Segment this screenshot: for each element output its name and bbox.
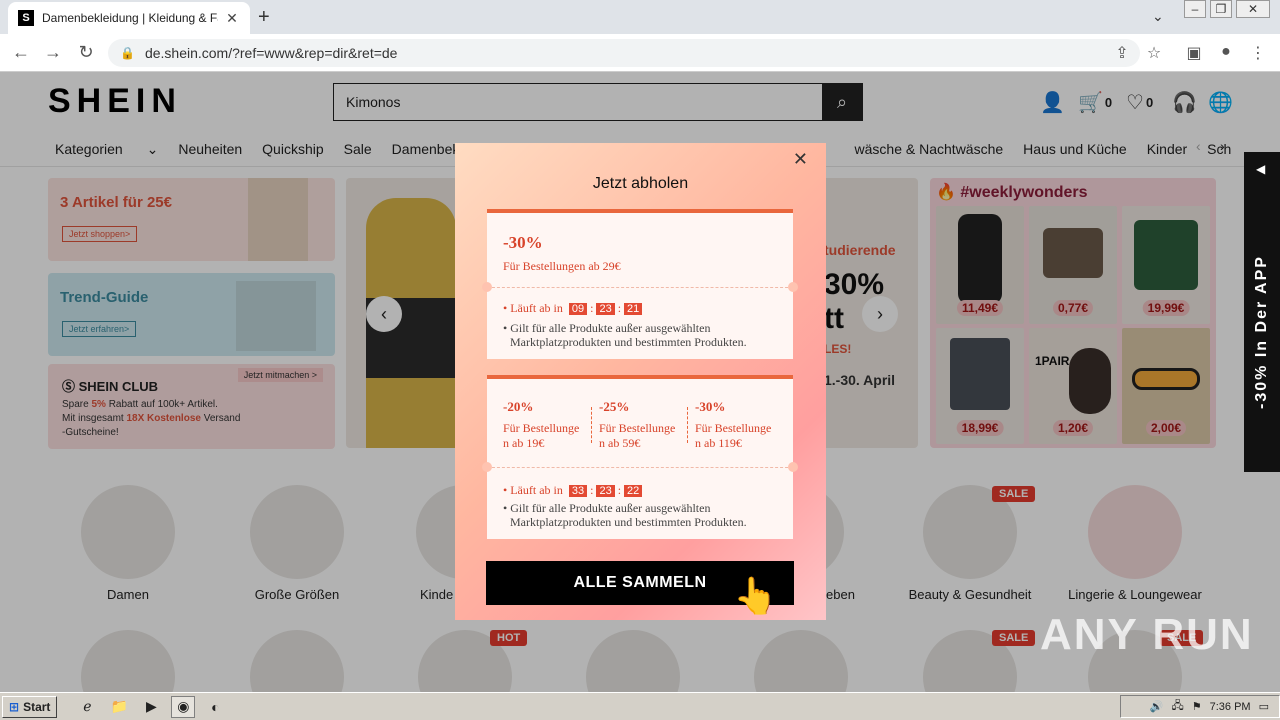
windows-taskbar: ⊞ Start ℯ 📁 ▶ ◉ ◐ 🔊 🖧 ⚑ 7:36 PM ▭ [0,692,1280,720]
lock-icon: 🔒 [120,46,135,60]
tier-1-condition: Für Bestellunge n ab 19€ [503,421,580,450]
anyrun-watermark: ANY RUN [1040,610,1254,659]
reload-icon[interactable]: ↻ [75,42,97,63]
browser-tab[interactable]: S Damenbekleidung | Kleidung & Fashion ✕ [8,2,250,34]
volume-icon[interactable]: 🔊 [1150,700,1164,713]
coupon-perforation [487,467,793,468]
shein-favicon-icon: S [18,10,34,26]
modal-title: Jetzt abholen [592,175,689,192]
clock[interactable]: 7:36 PM [1210,701,1251,713]
start-button[interactable]: ⊞ Start [2,695,58,718]
browser-chrome: S Damenbekleidung | Kleidung & Fashion ✕… [0,0,1280,72]
minimize-icon[interactable]: – [1184,0,1206,18]
chrome-icon[interactable]: ◉ [171,695,196,718]
coupon-description: • Gilt für alle Produkte außer ausgewähl… [503,501,747,529]
coupon-modal: ✕ Jetzt abholen -30% Für Bestellungen ab… [455,143,826,620]
browser-toolbar: ← → ↻ 🔒 de.shein.com/?ref=www&rep=dir&re… [0,34,1280,72]
window-close-icon[interactable]: ✕ [1236,0,1270,18]
tab-search-chevron-icon[interactable]: ⌄ [1152,8,1164,25]
restore-icon[interactable]: ❐ [1210,0,1232,18]
forward-icon[interactable]: → [42,42,64,63]
flag-icon[interactable]: ⚑ [1192,700,1202,713]
share-icon[interactable]: ⇪ [1112,43,1132,63]
bookmark-star-icon[interactable]: ☆ [1144,43,1164,63]
tier-3-discount: -30% [695,399,726,414]
media-player-icon[interactable]: ▶ [139,696,163,718]
ie-icon[interactable]: ℯ [75,696,99,718]
tier-1-discount: -20% [503,399,534,414]
address-bar[interactable]: 🔒 de.shein.com/?ref=www&rep=dir&ret=de [108,39,1140,67]
explorer-folder-icon[interactable]: 📁 [107,696,131,718]
url-text: de.shein.com/?ref=www&rep=dir&ret=de [144,45,398,61]
coupon-card-1: -30% Für Bestellungen ab 29€ • Läuft ab … [482,209,798,359]
tab-title: Damenbekleidung | Kleidung & Fashion [42,11,218,25]
app-promo-sidetab[interactable]: ◀ -30% In Der APP [1244,152,1280,472]
coupon-perforation [487,287,793,288]
coupon-condition: Für Bestellungen ab 29€ [503,259,621,273]
tier-2-discount: -25% [599,399,630,414]
profile-icon[interactable]: ● [1216,43,1236,61]
menu-kebab-icon[interactable]: ⋮ [1248,43,1268,63]
collapse-arrow-icon[interactable]: ◀ [1256,162,1265,176]
edge-icon[interactable]: ◐ [203,696,227,718]
coupon-discount: -30% [503,233,543,252]
pointing-hand-icon: 👆 [733,575,778,616]
windows-logo-icon: ⊞ [9,699,20,714]
network-icon[interactable]: 🖧 [1171,697,1183,716]
coupon-timer: • Läuft ab in 33:23:22 [503,483,645,498]
tier-3-condition: Für Bestellunge n ab 119€ [695,421,772,450]
new-tab-icon[interactable]: + [258,6,270,29]
back-icon[interactable]: ← [10,42,32,63]
coupon-card-2: -20% Für Bestellunge n ab 19€ -25% Für Be… [482,375,798,539]
show-desktop-icon[interactable]: ▭ [1259,700,1269,713]
tier-2-condition: Für Bestellunge n ab 59€ [599,421,676,450]
modal-close-icon[interactable]: ✕ [793,149,808,170]
coupon-description: • Gilt für alle Produkte außer ausgewähl… [503,321,747,349]
coupon-timer: • Läuft ab in 09:23:21 [503,301,645,316]
system-tray: 🔊 🖧 ⚑ 7:36 PM ▭ [1120,695,1280,718]
tab-close-icon[interactable]: ✕ [224,10,240,27]
sidepanel-icon[interactable]: ▣ [1184,43,1204,63]
